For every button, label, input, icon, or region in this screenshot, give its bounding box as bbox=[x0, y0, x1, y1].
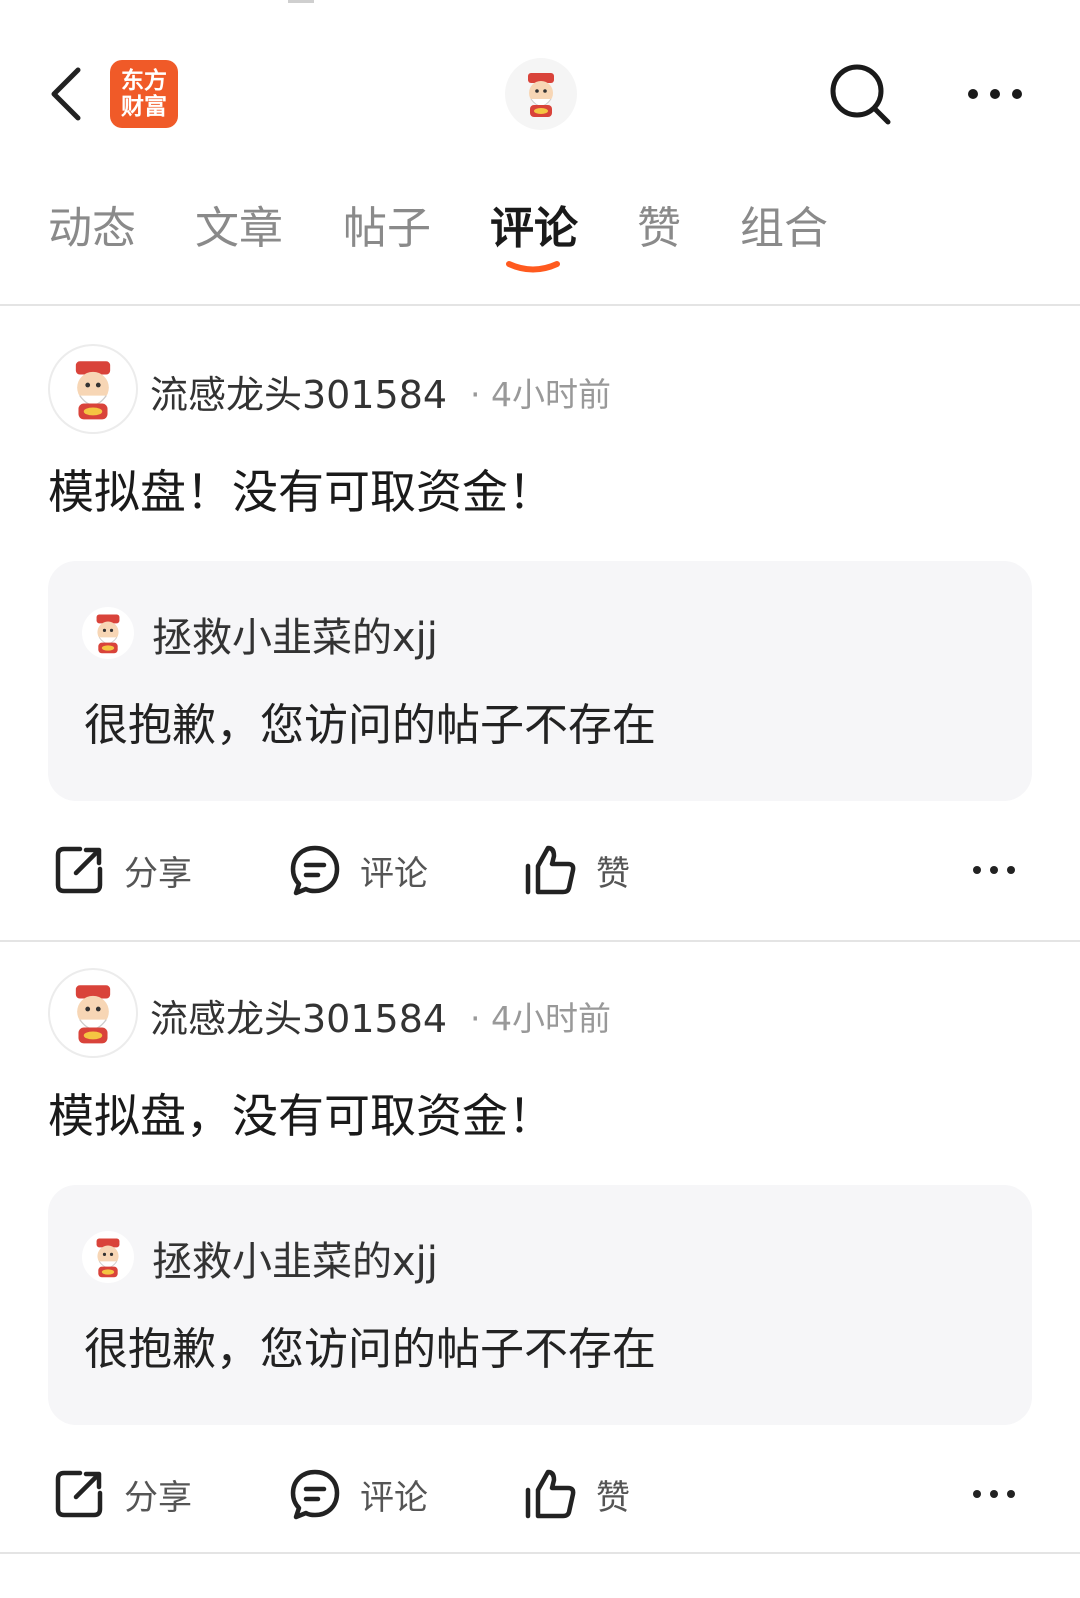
tab-dynamics[interactable]: 动态 bbox=[48, 194, 136, 264]
back-button[interactable] bbox=[40, 62, 90, 126]
comment-card[interactable]: 流感龙头301584 · 4小时前 模拟盘！没有可取资金！ 拯救小韭菜的xjj … bbox=[0, 306, 1080, 942]
author-avatar[interactable] bbox=[48, 344, 138, 434]
quoted-author-name[interactable]: 拯救小韭菜的xjj bbox=[152, 605, 438, 663]
quoted-author-name[interactable]: 拯救小韭菜的xjj bbox=[152, 1229, 438, 1287]
comment-text[interactable]: 模拟盘，没有可取资金！ bbox=[48, 1080, 554, 1146]
comment-label: 评论 bbox=[360, 853, 428, 894]
more-options-button[interactable] bbox=[960, 72, 1030, 116]
post-timestamp: · 4小时前 bbox=[470, 375, 611, 414]
mascot-avatar-icon bbox=[75, 985, 111, 1044]
more-dots-icon bbox=[973, 1490, 1015, 1498]
top-bar: 东方 财富 bbox=[0, 0, 1080, 180]
share-label: 分享 bbox=[124, 853, 192, 894]
quoted-author-avatar bbox=[82, 607, 134, 659]
action-bar: 分享 评论 赞 bbox=[0, 1450, 1080, 1540]
quoted-text: 很抱歉，您访问的帖子不存在 bbox=[84, 1324, 656, 1375]
share-icon bbox=[55, 846, 103, 894]
tab-portfolio[interactable]: 组合 bbox=[740, 194, 828, 264]
tab-likes[interactable]: 赞 bbox=[637, 194, 681, 264]
search-icon bbox=[830, 64, 891, 125]
app-logo: 东方 财富 bbox=[110, 60, 178, 128]
mascot-avatar-icon bbox=[96, 614, 120, 654]
quoted-author-avatar bbox=[82, 1231, 134, 1283]
logo-text-line2: 财富 bbox=[121, 94, 167, 120]
like-label: 赞 bbox=[596, 853, 630, 894]
post-more-button[interactable] bbox=[964, 1474, 1024, 1514]
author-name[interactable]: 流感龙头301584 bbox=[150, 988, 447, 1043]
comment-card[interactable]: 流感龙头301584 · 4小时前 模拟盘，没有可取资金！ 拯救小韭菜的xjj … bbox=[0, 930, 1080, 1554]
share-icon bbox=[55, 1470, 103, 1518]
thumbs-up-icon bbox=[525, 845, 576, 895]
mascot-avatar-icon bbox=[528, 73, 554, 117]
mascot-avatar-icon bbox=[75, 361, 111, 420]
chevron-left-icon bbox=[51, 67, 81, 121]
comment-button[interactable]: 评论 bbox=[288, 840, 428, 900]
tab-articles[interactable]: 文章 bbox=[195, 194, 283, 264]
post-timestamp: · 4小时前 bbox=[470, 999, 611, 1038]
comment-label: 评论 bbox=[360, 1477, 428, 1518]
quoted-post[interactable]: 拯救小韭菜的xjj 很抱歉，您访问的帖子不存在 bbox=[48, 561, 1032, 801]
author-name[interactable]: 流感龙头301584 bbox=[150, 364, 447, 419]
comment-icon bbox=[290, 1469, 340, 1520]
more-dots-icon bbox=[973, 866, 1015, 874]
tab-comments[interactable]: 评论 bbox=[490, 194, 578, 264]
like-button[interactable]: 赞 bbox=[522, 1464, 630, 1524]
action-bar: 分享 评论 赞 bbox=[0, 826, 1080, 916]
author-avatar[interactable] bbox=[48, 968, 138, 1058]
more-dots-icon bbox=[968, 89, 1022, 99]
mascot-avatar-icon bbox=[96, 1238, 120, 1278]
share-label: 分享 bbox=[124, 1477, 192, 1518]
logo-text-line1: 东方 bbox=[121, 68, 167, 94]
like-button[interactable]: 赞 bbox=[522, 840, 630, 900]
profile-avatar[interactable] bbox=[505, 58, 577, 130]
post-more-button[interactable] bbox=[964, 850, 1024, 890]
profile-tabs: 动态 文章 帖子 评论 赞 组合 bbox=[0, 180, 1080, 306]
like-label: 赞 bbox=[596, 1477, 630, 1518]
share-button[interactable]: 分享 bbox=[52, 1464, 192, 1524]
comment-text[interactable]: 模拟盘！没有可取资金！ bbox=[48, 456, 554, 522]
quoted-text: 很抱歉，您访问的帖子不存在 bbox=[84, 700, 656, 751]
comment-button[interactable]: 评论 bbox=[288, 1464, 428, 1524]
thumbs-up-icon bbox=[525, 1469, 576, 1519]
quoted-post[interactable]: 拯救小韭菜的xjj 很抱歉，您访问的帖子不存在 bbox=[48, 1185, 1032, 1425]
active-tab-indicator bbox=[506, 261, 560, 273]
search-button[interactable] bbox=[824, 58, 898, 132]
comment-icon bbox=[290, 845, 340, 896]
tab-posts[interactable]: 帖子 bbox=[343, 194, 431, 264]
share-button[interactable]: 分享 bbox=[52, 840, 192, 900]
